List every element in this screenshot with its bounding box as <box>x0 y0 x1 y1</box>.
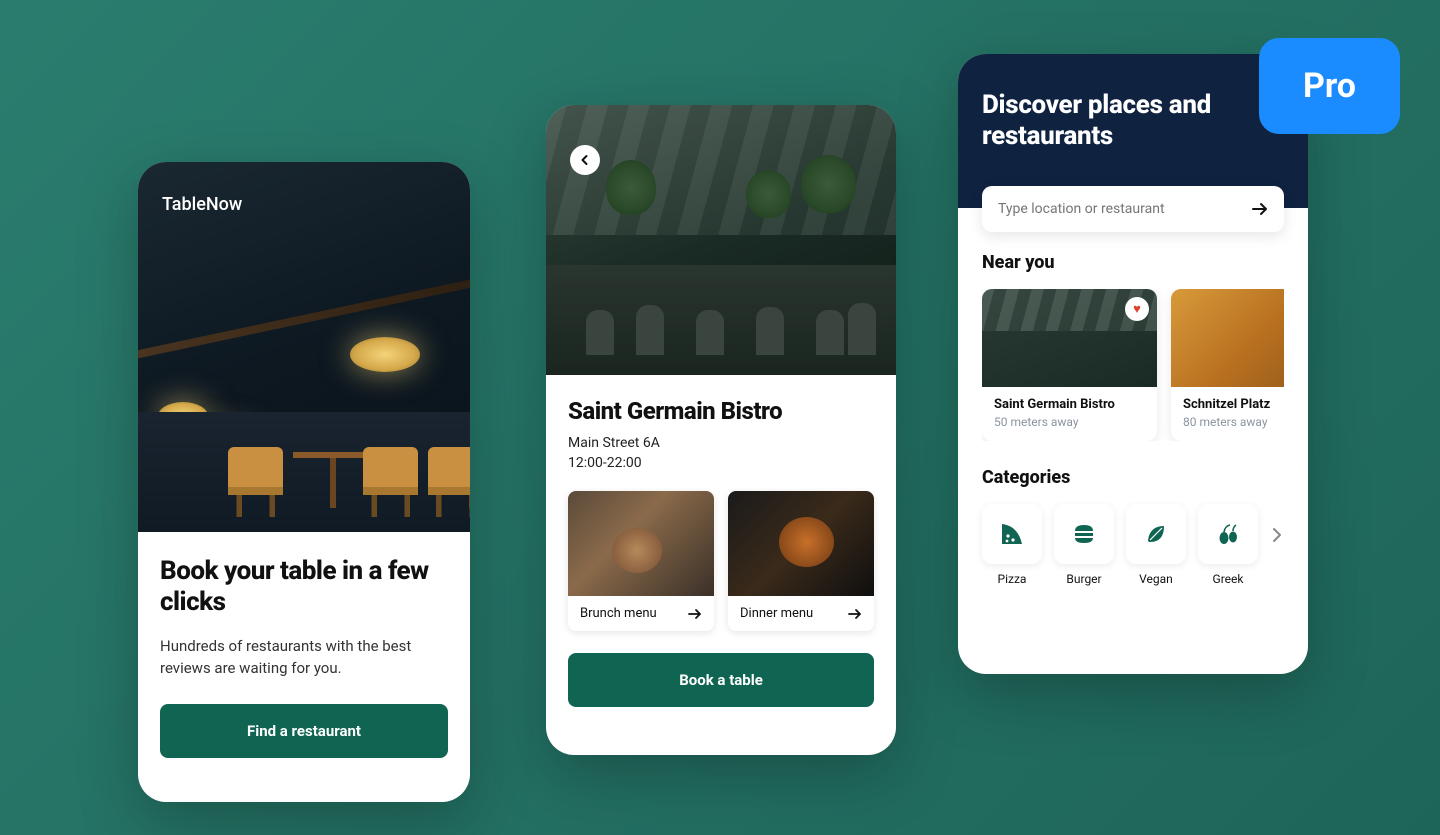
heart-icon: ♥ <box>1133 301 1141 317</box>
menu-label: Dinner menu <box>740 606 813 621</box>
category-vegan[interactable]: Vegan <box>1126 504 1186 586</box>
burger-icon <box>1070 520 1098 548</box>
search-bar[interactable] <box>982 186 1284 232</box>
back-button[interactable] <box>570 145 600 175</box>
restaurant-address: Main Street 6A <box>568 435 874 451</box>
restaurant-card-image <box>1171 289 1284 387</box>
menu-card-brunch[interactable]: Brunch menu <box>568 491 714 631</box>
restaurant-card[interactable]: ♥ Saint Germain Bistro 50 meters away <box>982 289 1157 441</box>
leaf-icon <box>1142 520 1170 548</box>
restaurant-card-distance: 50 meters away <box>994 415 1145 429</box>
pizza-icon <box>998 520 1026 548</box>
category-label: Pizza <box>998 572 1027 586</box>
menu-label: Brunch menu <box>580 606 657 621</box>
chevron-left-icon <box>579 154 591 166</box>
screen-discover: Discover places and restaurants Near you… <box>958 54 1308 674</box>
brand-label: TableNow <box>162 194 242 215</box>
book-table-button[interactable]: Book a table <box>568 653 874 707</box>
arrow-right-icon <box>848 608 862 620</box>
near-you-heading: Near you <box>982 252 1284 273</box>
pro-badge: Pro <box>1259 38 1400 134</box>
search-input[interactable] <box>998 201 1252 217</box>
favorite-button[interactable]: ♥ <box>1125 297 1149 321</box>
menu-image <box>568 491 714 596</box>
category-label: Burger <box>1066 572 1101 586</box>
restaurant-hours: 12:00-22:00 <box>568 455 874 471</box>
menu-image <box>728 491 874 596</box>
category-greek[interactable]: Greek <box>1198 504 1258 586</box>
find-restaurant-button[interactable]: Find a restaurant <box>160 704 448 758</box>
arrow-right-icon <box>688 608 702 620</box>
categories-more-button[interactable] <box>1270 522 1284 548</box>
screen-restaurant-detail: Saint Germain Bistro Main Street 6A 12:0… <box>546 105 896 755</box>
chevron-right-icon <box>1272 527 1282 543</box>
menu-card-dinner[interactable]: Dinner menu <box>728 491 874 631</box>
category-label: Greek <box>1213 572 1244 586</box>
restaurant-card-distance: 80 meters away <box>1183 415 1284 429</box>
restaurant-hero-image <box>546 105 896 375</box>
restaurant-card-name: Saint Germain Bistro <box>994 397 1145 412</box>
discover-header: Discover places and restaurants <box>958 54 1308 208</box>
restaurant-card-image: ♥ <box>982 289 1157 387</box>
onboarding-subtitle: Hundreds of restaurants with the best re… <box>160 636 448 680</box>
restaurant-name: Saint Germain Bistro <box>568 397 874 425</box>
category-label: Vegan <box>1139 572 1173 586</box>
restaurant-card-name: Schnitzel Platz <box>1183 397 1284 412</box>
category-burger[interactable]: Burger <box>1054 504 1114 586</box>
screen-onboarding: TableNow Book your table in a few clicks… <box>138 162 470 802</box>
arrow-right-icon <box>1252 202 1268 216</box>
onboarding-title: Book your table in a few clicks <box>160 556 448 618</box>
restaurant-card[interactable]: Schnitzel Platz 80 meters away <box>1171 289 1284 441</box>
discover-title: Discover places and restaurants <box>982 90 1284 152</box>
category-pizza[interactable]: Pizza <box>982 504 1042 586</box>
categories-heading: Categories <box>982 467 1284 488</box>
olives-icon <box>1214 520 1242 548</box>
hero-image: TableNow <box>138 162 470 532</box>
